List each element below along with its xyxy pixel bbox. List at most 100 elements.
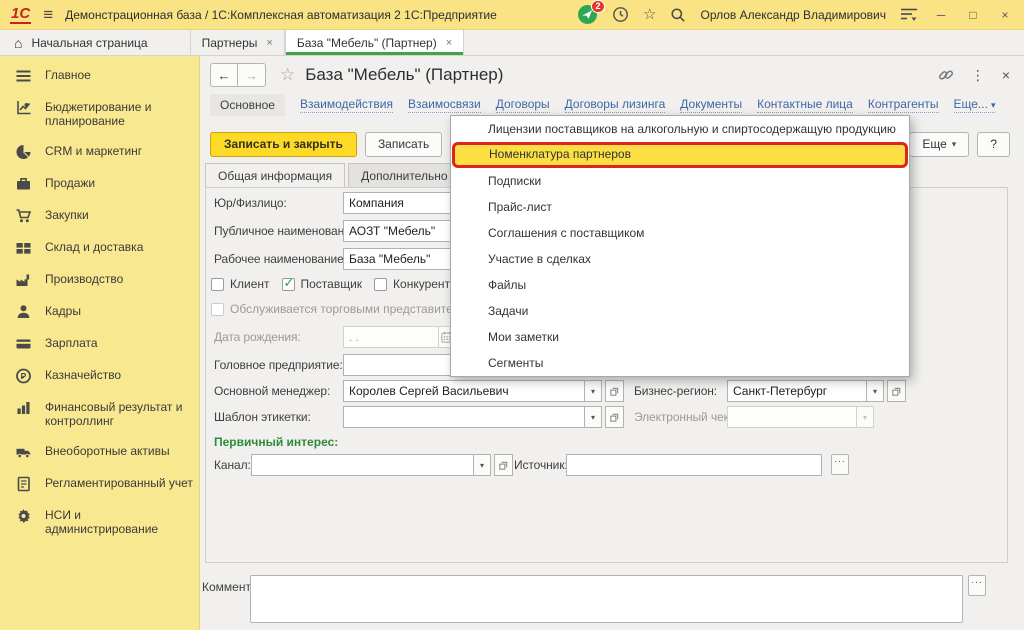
- forward-button[interactable]: →: [238, 64, 265, 86]
- dropdown-button[interactable]: ▾: [474, 454, 491, 476]
- tab-partners[interactable]: Партнеры ×: [190, 30, 285, 55]
- history-nav-buttons: ← →: [210, 63, 266, 87]
- sidebar-item-label: Производство: [45, 272, 123, 286]
- menu-item-supplier-agreements[interactable]: Соглашения с поставщиком: [451, 220, 909, 246]
- menu-item-my-notes[interactable]: Мои заметки: [451, 324, 909, 350]
- birth-date-field: [343, 326, 456, 348]
- nav-leasing-contracts[interactable]: Договоры лизинга: [565, 97, 666, 113]
- titlebar: 1С ≡ Демонстрационная база / 1С:Комплекс…: [0, 0, 1024, 30]
- open-form-icon: [609, 412, 620, 423]
- sidebar-item-payroll[interactable]: Зарплата: [0, 328, 199, 360]
- sidebar-item-fixed-assets[interactable]: Внеоборотные активы: [0, 436, 199, 468]
- favorites-star-icon[interactable]: ☆: [643, 7, 656, 22]
- chevron-down-icon: ▾: [952, 139, 957, 150]
- sidebar-item-finance[interactable]: Финансовый результат и контроллинг: [0, 392, 199, 436]
- source-select-button[interactable]: ...: [831, 454, 849, 475]
- briefcase-icon: [15, 176, 32, 192]
- svg-text:Р: Р: [21, 371, 27, 381]
- supplier-checkbox[interactable]: ✓ Поставщик: [282, 277, 363, 291]
- dropdown-button[interactable]: ▾: [867, 380, 884, 402]
- nav-main[interactable]: Основное: [210, 94, 285, 116]
- channel-field: ▾: [251, 454, 513, 476]
- sidebar-item-hr[interactable]: Кадры: [0, 296, 199, 328]
- tab-partner-card[interactable]: База "Мебель" (Партнер) ×: [285, 30, 464, 55]
- sidebar-item-main[interactable]: Главное: [0, 60, 199, 92]
- menu-item-subscriptions[interactable]: Подписки: [451, 168, 909, 194]
- nav-documents[interactable]: Документы: [680, 97, 742, 113]
- bar-chart-icon: [15, 400, 32, 416]
- manager-input[interactable]: [343, 380, 585, 402]
- minimize-button[interactable]: ─: [932, 8, 950, 22]
- nav-contact-persons[interactable]: Контактные лица: [757, 97, 853, 113]
- service-menu-icon[interactable]: [900, 7, 918, 22]
- search-icon[interactable]: [670, 7, 686, 23]
- help-button[interactable]: ?: [977, 132, 1010, 157]
- close-tab-icon[interactable]: ×: [446, 37, 452, 49]
- home-tab[interactable]: ⌂ Начальная страница: [0, 30, 162, 55]
- save-and-close-button[interactable]: Записать и закрыть: [210, 132, 357, 157]
- tab-general-info[interactable]: Общая информация: [205, 163, 345, 188]
- business-region-input[interactable]: [727, 380, 867, 402]
- client-checkbox[interactable]: Клиент: [211, 277, 270, 291]
- menu-item-deal-participation[interactable]: Участие в сделках: [451, 246, 909, 272]
- sidebar-item-production[interactable]: Производство: [0, 264, 199, 296]
- open-button[interactable]: [605, 406, 624, 428]
- close-tab-icon[interactable]: ×: [266, 37, 272, 49]
- dropdown-button[interactable]: ▾: [857, 406, 874, 428]
- electronic-receipt-input[interactable]: [727, 406, 857, 428]
- dropdown-button[interactable]: ▾: [585, 406, 602, 428]
- menu-item-tasks[interactable]: Задачи: [451, 298, 909, 324]
- sidebar-item-crm[interactable]: CRM и маркетинг: [0, 136, 199, 168]
- competitor-checkbox[interactable]: Конкурент: [374, 277, 450, 291]
- working-name-label: Рабочее наименование:: [214, 248, 347, 270]
- nav-counterparties[interactable]: Контрагенты: [868, 97, 939, 113]
- source-input[interactable]: [566, 454, 822, 476]
- current-user[interactable]: Орлов Александр Владимирович: [700, 8, 886, 22]
- sidebar-item-warehouse[interactable]: Склад и доставка: [0, 232, 199, 264]
- menu-item-partner-nomenclature-highlighted[interactable]: Номенклатура партнеров: [452, 142, 908, 168]
- menu-item-licenses[interactable]: Лицензии поставщиков на алкогольную и сп…: [451, 116, 909, 142]
- menu-item-price-list[interactable]: Прайс-лист: [451, 194, 909, 220]
- label-template-input[interactable]: [343, 406, 585, 428]
- tab-additional[interactable]: Дополнительно: [348, 163, 460, 188]
- close-window-button[interactable]: ×: [996, 8, 1014, 22]
- app-title: Демонстрационная база / 1С:Комплексная а…: [65, 8, 497, 22]
- sidebar-item-treasury[interactable]: Р Казначейство: [0, 360, 199, 392]
- comment-input[interactable]: [250, 575, 963, 623]
- menu-item-files[interactable]: Файлы: [451, 272, 909, 298]
- sidebar-item-budgeting[interactable]: Бюджетирование и планирование: [0, 92, 199, 136]
- sidebar-item-regulated-accounting[interactable]: Регламентированный учет: [0, 468, 199, 500]
- sales-rep-checkbox[interactable]: Обслуживается торговыми представителями: [211, 302, 481, 316]
- open-button[interactable]: [494, 454, 513, 476]
- more-actions-button[interactable]: Еще▾: [909, 132, 969, 157]
- window-tab-bar: ⌂ Начальная страница Партнеры × База "Ме…: [0, 30, 1024, 56]
- favorite-star-icon[interactable]: ☆: [280, 65, 295, 85]
- birth-date-input[interactable]: [343, 326, 439, 348]
- back-button[interactable]: ←: [211, 64, 238, 86]
- sidebar-item-label: Казначейство: [45, 368, 121, 382]
- menu-item-segments[interactable]: Сегменты: [451, 350, 909, 376]
- discussions-icon[interactable]: 2: [577, 4, 598, 25]
- tab-label: Партнеры: [202, 36, 258, 50]
- sidebar-item-administration[interactable]: НСИ и администрирование: [0, 500, 199, 544]
- comment-expand-button[interactable]: ...: [968, 575, 986, 596]
- nav-interactions[interactable]: Взаимодействия: [300, 97, 393, 113]
- link-icon[interactable]: [938, 67, 954, 83]
- close-form-icon[interactable]: ×: [1002, 68, 1010, 82]
- sidebar-item-purchasing[interactable]: Закупки: [0, 200, 199, 232]
- dropdown-button[interactable]: ▾: [585, 380, 602, 402]
- open-button[interactable]: [887, 380, 906, 402]
- save-button[interactable]: Записать: [365, 132, 442, 157]
- sidebar-item-sales[interactable]: Продажи: [0, 168, 199, 200]
- open-button[interactable]: [605, 380, 624, 402]
- channel-input[interactable]: [251, 454, 474, 476]
- maximize-button[interactable]: □: [964, 8, 982, 22]
- kebab-menu-icon[interactable]: ⋮: [971, 68, 985, 82]
- nav-contracts[interactable]: Договоры: [496, 97, 550, 113]
- nav-relations[interactable]: Взаимосвязи: [408, 97, 481, 113]
- main-menu-icon[interactable]: ≡: [43, 6, 53, 23]
- history-icon[interactable]: [612, 6, 629, 23]
- open-form-icon: [891, 386, 902, 397]
- person-icon: [15, 304, 32, 320]
- nav-more[interactable]: Еще...▾: [954, 97, 996, 113]
